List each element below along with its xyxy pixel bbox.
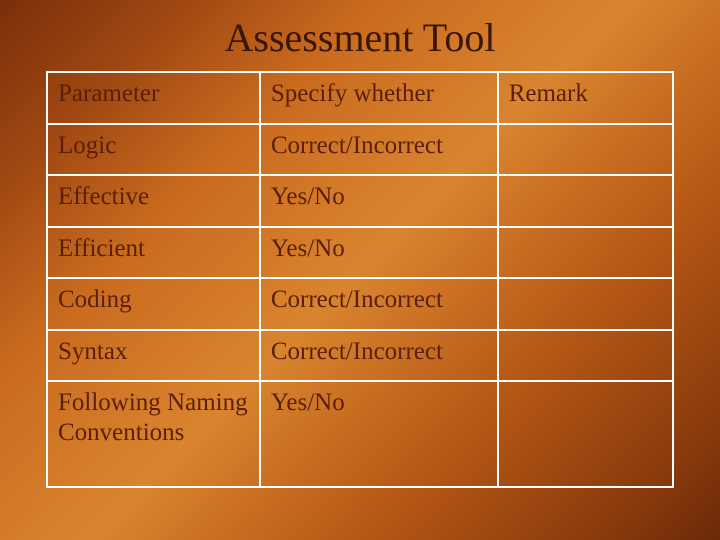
table-row: Efficient Yes/No [47,227,673,279]
cell-parameter: Syntax [47,330,260,382]
col-header-remark: Remark [498,72,673,124]
table-row: Effective Yes/No [47,175,673,227]
cell-parameter: Coding [47,278,260,330]
assessment-table-wrap: Parameter Specify whether Remark Logic C… [46,71,674,488]
cell-remark [498,124,673,176]
table-row: Following Naming Conventions Yes/No [47,381,673,487]
cell-specify: Correct/Incorrect [260,124,498,176]
col-header-parameter: Parameter [47,72,260,124]
cell-remark [498,278,673,330]
cell-specify: Yes/No [260,175,498,227]
cell-parameter: Logic [47,124,260,176]
assessment-table: Parameter Specify whether Remark Logic C… [46,71,674,488]
cell-specify: Correct/Incorrect [260,330,498,382]
cell-remark [498,330,673,382]
page-title: Assessment Tool [0,0,720,71]
col-header-specify: Specify whether [260,72,498,124]
cell-remark [498,381,673,487]
cell-parameter: Effective [47,175,260,227]
table-row: Syntax Correct/Incorrect [47,330,673,382]
table-row: Logic Correct/Incorrect [47,124,673,176]
table-row: Coding Correct/Incorrect [47,278,673,330]
slide: Assessment Tool Parameter Specify whethe… [0,0,720,540]
cell-specify: Correct/Incorrect [260,278,498,330]
cell-remark [498,175,673,227]
cell-parameter: Following Naming Conventions [47,381,260,487]
cell-remark [498,227,673,279]
cell-parameter: Efficient [47,227,260,279]
cell-specify: Yes/No [260,227,498,279]
table-header-row: Parameter Specify whether Remark [47,72,673,124]
cell-specify: Yes/No [260,381,498,487]
